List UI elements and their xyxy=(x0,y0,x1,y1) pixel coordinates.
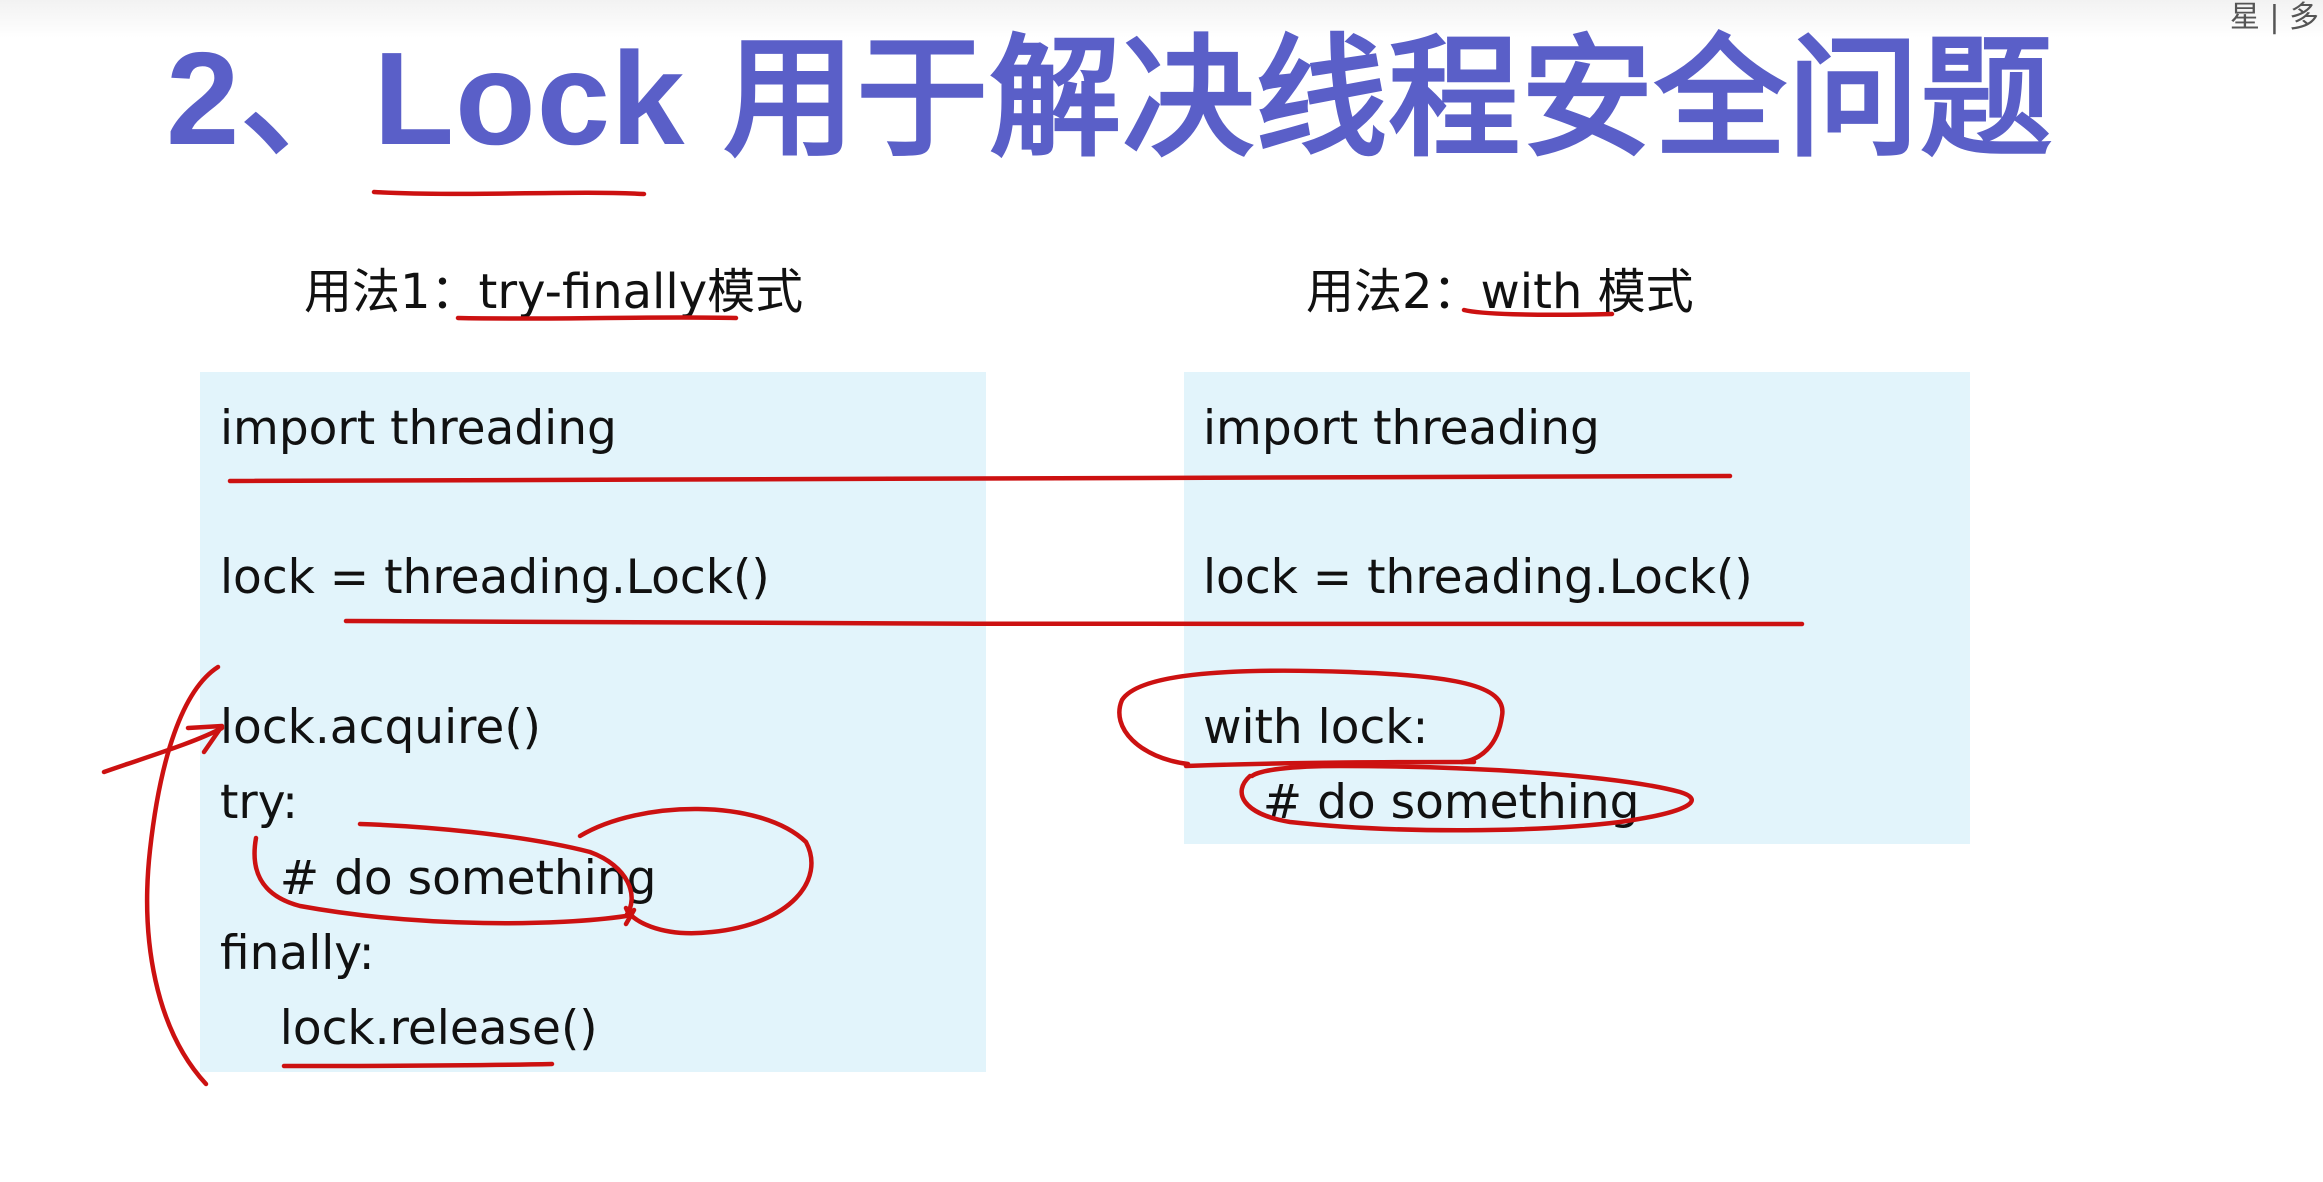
code-line-do-something: # do something xyxy=(1203,775,1640,830)
corner-text: 星 | 多 xyxy=(2229,0,2319,35)
code-line-lock-create: lock = threading.Lock() xyxy=(220,550,770,605)
code-line-import: import threading xyxy=(1203,401,1600,456)
slide-title: 2、Lock 用于解决线程安全问题 xyxy=(166,25,2054,172)
code-line-do-something: # do something xyxy=(220,851,657,906)
left-usage-heading: 用法1：try-finally模式 xyxy=(304,264,804,320)
right-usage-heading: 用法2：with 模式 xyxy=(1306,264,1694,320)
code-line-import: import threading xyxy=(220,401,617,456)
title-lock-underline xyxy=(371,189,647,197)
code-line-lock-create: lock = threading.Lock() xyxy=(1203,550,1753,605)
code-line-try: try: xyxy=(220,775,298,830)
code-line-release: lock.release() xyxy=(220,1001,598,1056)
code-line-acquire: lock.acquire() xyxy=(220,700,542,755)
code-line-finally: finally: xyxy=(220,926,375,981)
code-line-with-lock: with lock: xyxy=(1203,700,1429,755)
